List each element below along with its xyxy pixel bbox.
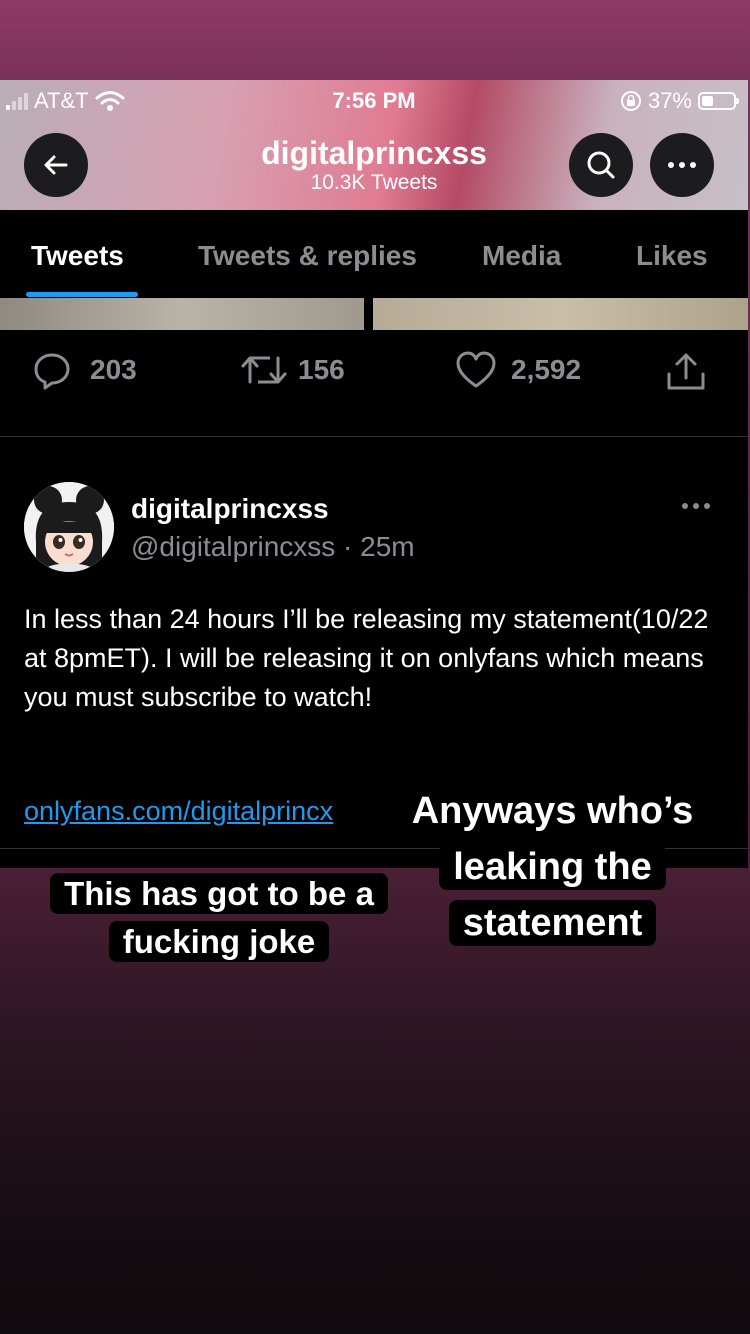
previous-tweet-actions: 203 156 2,592 (0, 330, 748, 436)
previous-tweet-image-left[interactable] (0, 298, 364, 330)
battery-group: 37% (620, 88, 739, 114)
tab-likes[interactable]: Likes (636, 240, 708, 272)
anime-avatar-image (24, 482, 114, 572)
profile-name: digitalprincxss (261, 135, 487, 171)
caption-right-text: Anyways who’s leaking the statement (397, 788, 708, 946)
profile-tabs: Tweets Tweets & replies Media Likes (0, 210, 748, 298)
more-options-button[interactable] (650, 133, 714, 197)
reply-icon (34, 353, 70, 390)
tweet-link[interactable]: onlyfans.com/digitalprincx (24, 796, 333, 827)
tab-tweets[interactable]: Tweets (31, 240, 124, 272)
retweet-count: 156 (298, 354, 345, 385)
profile-title: digitalprincxss 10.3K Tweets (0, 135, 748, 195)
status-bar: AT&T 7:56 PM 37% (0, 80, 748, 122)
caption-left-text: This has got to be a fucking joke (50, 873, 388, 962)
heart-icon (456, 351, 496, 388)
tweet-handle-time: @digitalprincxss · 25m (131, 531, 415, 562)
like-action[interactable]: 2,592 (455, 350, 581, 390)
like-count: 2,592 (511, 354, 582, 385)
battery-icon (698, 92, 739, 110)
share-action[interactable] (664, 350, 708, 394)
avatar[interactable] (24, 482, 114, 572)
reply-action[interactable]: 203 (32, 350, 137, 390)
search-button[interactable] (569, 133, 633, 197)
reply-count: 203 (90, 354, 137, 385)
tweet-more-button[interactable] (680, 498, 712, 516)
share-icon (667, 353, 705, 390)
tweet-display-name[interactable]: digitalprincxss (131, 493, 329, 525)
divider (0, 436, 748, 437)
tweet-count: 10.3K Tweets (310, 171, 438, 194)
retweet-action[interactable]: 156 (240, 350, 345, 390)
story-caption-left: This has got to be a fucking joke (28, 870, 410, 966)
more-icon (668, 162, 696, 168)
previous-tweet-image-right[interactable] (373, 298, 748, 330)
twitter-screenshot: AT&T 7:56 PM 37% digitalprincxss 10.3K T… (0, 80, 748, 868)
more-icon (682, 503, 710, 509)
battery-percent: 37% (647, 88, 692, 113)
search-icon (587, 151, 615, 179)
active-tab-indicator (26, 292, 138, 297)
orientation-lock-icon (620, 91, 641, 111)
story-caption-right: Anyways who’s leaking the statement (385, 783, 720, 951)
tab-tweets-replies[interactable]: Tweets & replies (198, 240, 417, 272)
tweet-text: In less than 24 hours I’ll be releasing … (24, 604, 709, 712)
retweet-icon (241, 356, 287, 384)
tab-media[interactable]: Media (482, 240, 561, 272)
